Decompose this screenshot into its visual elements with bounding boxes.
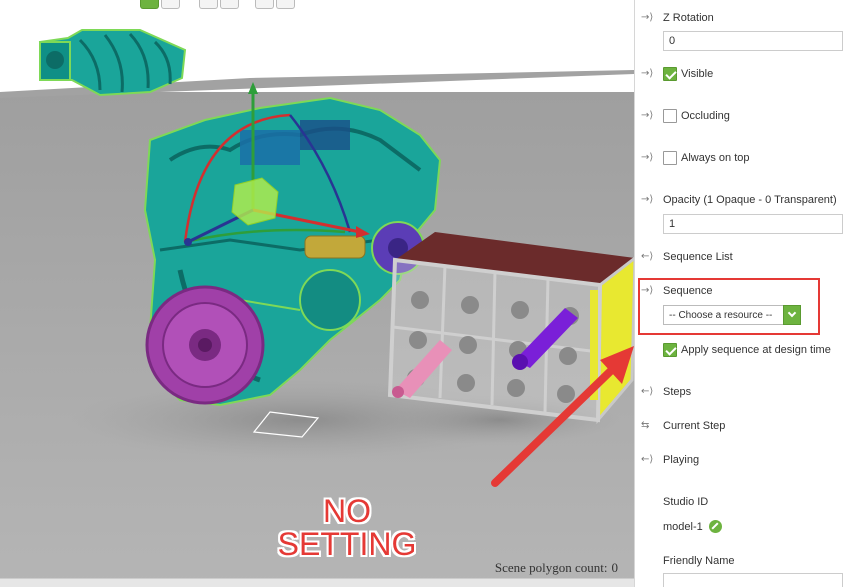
arrow-out-icon[interactable]: ←⟩ [641,454,657,466]
opacity-value: 1 [669,218,676,230]
steps-label: Steps [663,386,692,398]
polygon-count: Scene polygon count: 0 [495,560,622,576]
annotation-line-2: SETTING [277,526,417,562]
two-way-bind-icon[interactable]: ⇆ [641,420,657,432]
no-setting-annotation: NO SETTING [262,495,432,561]
apply-sequence-checkbox[interactable] [663,343,677,357]
sequence-list-label: Sequence List [663,251,733,263]
opacity-label: Opacity (1 Opaque - 0 Transparent) [663,194,837,206]
polygon-count-label: Scene polygon count: [494,560,608,575]
always-on-top-checkbox[interactable] [663,151,677,165]
arrow-into-bracket-icon[interactable]: →⟩ [641,194,657,206]
z-rotation-value: 0 [669,35,676,47]
arrow-into-bracket-icon[interactable]: →⟩ [641,285,657,297]
apply-sequence-label: Apply sequence at design time [681,344,831,356]
arrow-out-icon[interactable]: ←⟩ [641,251,657,263]
sequence-select-value: -- Choose a resource -- [669,310,773,321]
arrow-into-bracket-icon[interactable]: →⟩ [641,152,657,164]
arrow-into-bracket-icon[interactable]: →⟩ [641,110,657,122]
friendly-name-label: Friendly Name [663,555,735,567]
occluding-checkbox[interactable] [663,109,677,123]
annotation-line-1: NO [323,493,371,529]
polygon-count-value: 0 [611,560,619,575]
sequence-label: Sequence [663,285,713,297]
always-on-top-label: Always on top [681,152,750,164]
visible-label: Visible [681,68,714,80]
arrow-out-icon[interactable]: ←⟩ [641,386,657,398]
occluding-label: Occluding [681,110,730,122]
studio-id-value: model-1 [663,521,703,533]
z-rotation-input[interactable]: 0 [663,31,843,51]
sequence-select[interactable]: -- Choose a resource -- [663,305,801,325]
current-step-label: Current Step [663,420,726,432]
viewport-bottom-bar [0,578,634,587]
3d-canvas[interactable]: NO SETTING Scene polygon count: 0 [0,0,634,587]
chevron-down-icon[interactable] [783,305,801,325]
friendly-name-input[interactable] [663,573,843,587]
arrow-into-bracket-icon[interactable]: →⟩ [641,12,657,24]
opacity-input[interactable]: 1 [663,214,843,234]
arrow-into-bracket-icon[interactable]: →⟩ [641,68,657,80]
pencil-icon[interactable] [709,520,722,533]
playing-label: Playing [663,454,700,466]
studio-id-label: Studio ID [663,496,709,508]
z-rotation-label: Z Rotation [663,12,714,24]
visible-checkbox[interactable] [663,67,677,81]
properties-panel: →⟩ Z Rotation 0 →⟩ Visible →⟩ Occluding … [634,0,846,587]
